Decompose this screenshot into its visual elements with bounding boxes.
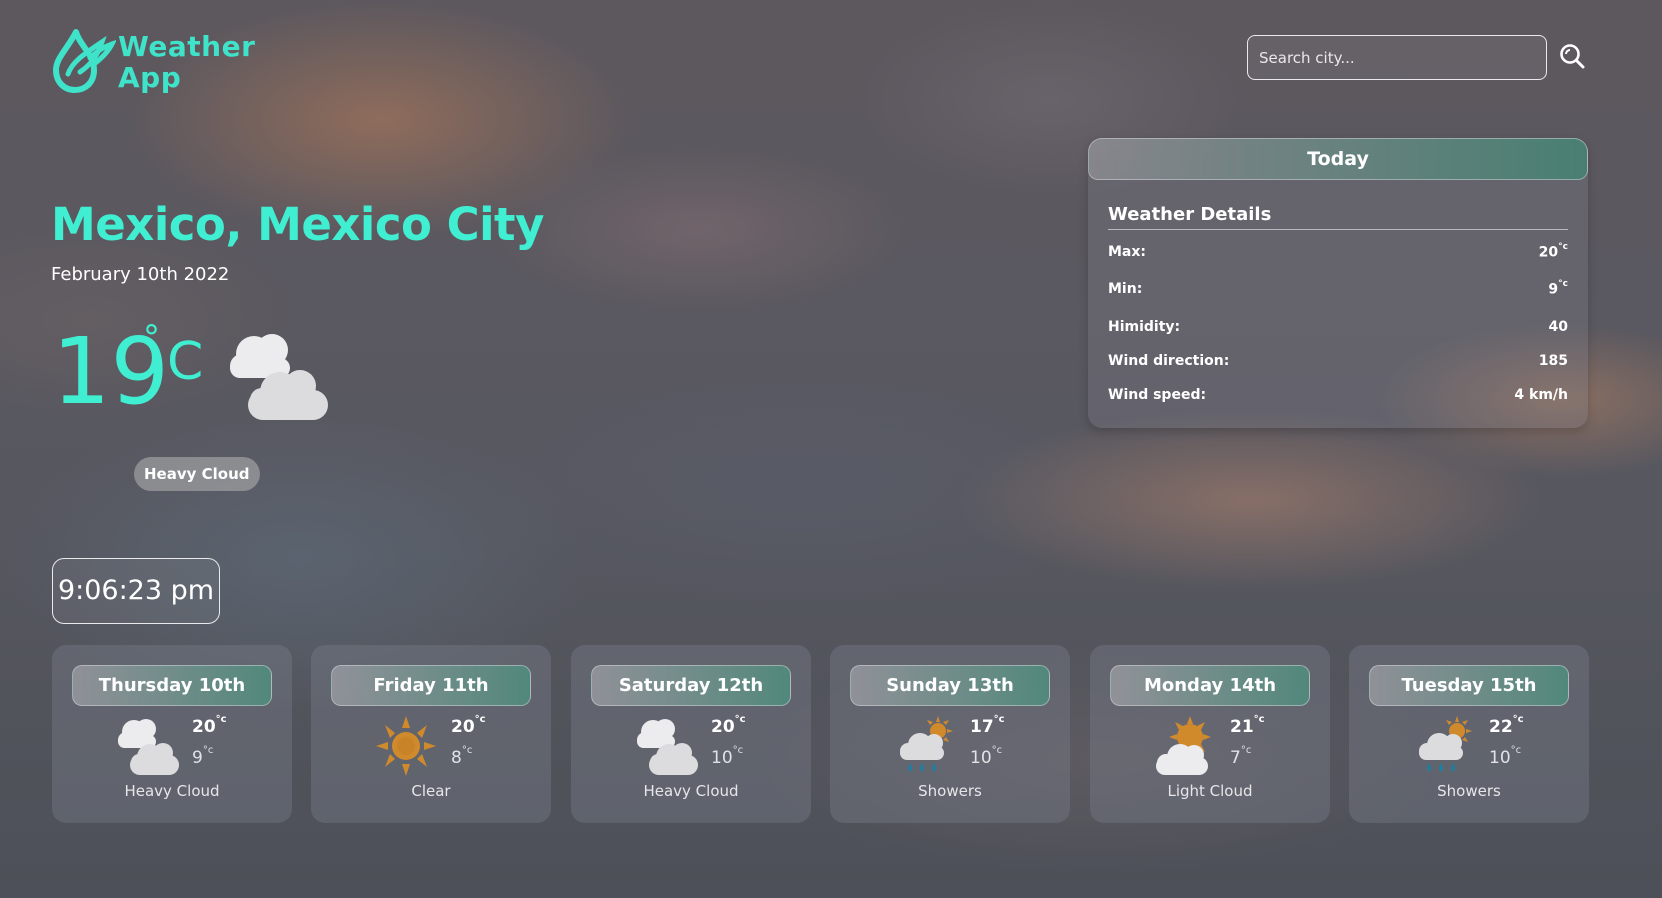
- forecast-max: 17°c: [970, 714, 1005, 737]
- detail-label: Wind direction:: [1108, 353, 1230, 369]
- today-panel: Today Weather Details Max: 20°c Min: 9°c…: [1088, 138, 1588, 428]
- forecast-min: 10°c: [1489, 745, 1522, 768]
- forecast-day: Saturday 12th: [591, 665, 791, 706]
- forecast-condition: Showers: [1437, 782, 1501, 800]
- today-tab[interactable]: Today: [1088, 138, 1588, 180]
- heavy-cloud-icon: [637, 719, 698, 775]
- forecast-min: 10°c: [970, 745, 1003, 768]
- current-condition-badge: Heavy Cloud: [134, 457, 260, 491]
- showers-icon: [1419, 716, 1472, 772]
- detail-label: Wind speed:: [1108, 387, 1207, 403]
- weather-details-heading: Weather Details: [1108, 204, 1272, 225]
- divider: [1108, 229, 1568, 230]
- forecast-day: Sunday 13th: [850, 665, 1050, 706]
- detail-label: Min:: [1108, 281, 1143, 297]
- search-input[interactable]: [1248, 36, 1546, 79]
- app-root: Weather App Mexico, Mexico City February…: [0, 0, 1662, 898]
- heavy-cloud-icon: [230, 334, 328, 420]
- temperature-unit: C: [167, 332, 204, 392]
- forecast-card[interactable]: Friday 11th 20°c 8°c Clear: [311, 645, 551, 823]
- search-field[interactable]: [1247, 35, 1547, 80]
- forecast-max: 20°c: [192, 714, 227, 737]
- detail-row-wind-direction: Wind direction: 185: [1108, 353, 1568, 373]
- forecast-min: 8°c: [451, 745, 473, 768]
- logo-drop-icon: [53, 29, 116, 93]
- forecast-day: Thursday 10th: [72, 665, 272, 706]
- forecast-day: Friday 11th: [331, 665, 531, 706]
- forecast-max: 22°c: [1489, 714, 1524, 737]
- detail-row-humidity: Himidity: 40: [1108, 319, 1568, 339]
- location-date: February 10th 2022: [51, 264, 230, 285]
- temperature-degree-symbol: °: [143, 318, 160, 358]
- app-logo[interactable]: Weather App: [50, 28, 255, 96]
- light-cloud-icon: [1156, 716, 1211, 775]
- forecast-day: Tuesday 15th: [1369, 665, 1569, 706]
- detail-value: 185: [1538, 353, 1568, 369]
- detail-value: 4 km/h: [1514, 387, 1568, 403]
- forecast-max: 21°c: [1230, 714, 1265, 737]
- forecast-condition: Showers: [918, 782, 982, 800]
- sun-icon: [376, 716, 436, 776]
- logo-text-line1: Weather: [118, 30, 256, 63]
- detail-value: 9°c: [1548, 279, 1568, 298]
- forecast-day: Monday 14th: [1110, 665, 1310, 706]
- current-time: 9:06:23 pm: [52, 558, 220, 624]
- detail-value: 20°c: [1538, 242, 1568, 261]
- forecast-card[interactable]: Thursday 10th 20°c 9°c Heavy Cloud: [52, 645, 292, 823]
- forecast-card[interactable]: Saturday 12th 20°c 10°c Heavy Cloud: [571, 645, 811, 823]
- forecast-min: 9°c: [192, 745, 214, 768]
- forecast-condition: Clear: [411, 782, 451, 800]
- forecast-max: 20°c: [451, 714, 486, 737]
- search-icon[interactable]: [1558, 42, 1586, 70]
- forecast-min: 7°c: [1230, 745, 1252, 768]
- forecast-card[interactable]: Sunday 13th 17°c 10°c Showers: [830, 645, 1070, 823]
- detail-row-min: Min: 9°c: [1108, 279, 1568, 301]
- heavy-cloud-icon: [118, 719, 179, 775]
- forecast-condition: Heavy Cloud: [124, 782, 220, 800]
- forecast-card[interactable]: Tuesday 15th 22°c 10°c Showers: [1349, 645, 1589, 823]
- location-title: Mexico, Mexico City: [51, 198, 544, 251]
- logo-text-line2: App: [118, 61, 182, 94]
- detail-row-max: Max: 20°c: [1108, 242, 1568, 264]
- forecast-min: 10°c: [711, 745, 744, 768]
- forecast-condition: Light Cloud: [1167, 782, 1253, 800]
- forecast-condition: Heavy Cloud: [643, 782, 739, 800]
- detail-row-wind-speed: Wind speed: 4 km/h: [1108, 387, 1568, 407]
- forecast-max: 20°c: [711, 714, 746, 737]
- forecast-card[interactable]: Monday 14th 21°c 7°c Light Cloud: [1090, 645, 1330, 823]
- detail-label: Max:: [1108, 244, 1147, 260]
- detail-label: Himidity:: [1108, 319, 1181, 335]
- detail-value: 40: [1548, 319, 1568, 335]
- showers-icon: [900, 716, 953, 772]
